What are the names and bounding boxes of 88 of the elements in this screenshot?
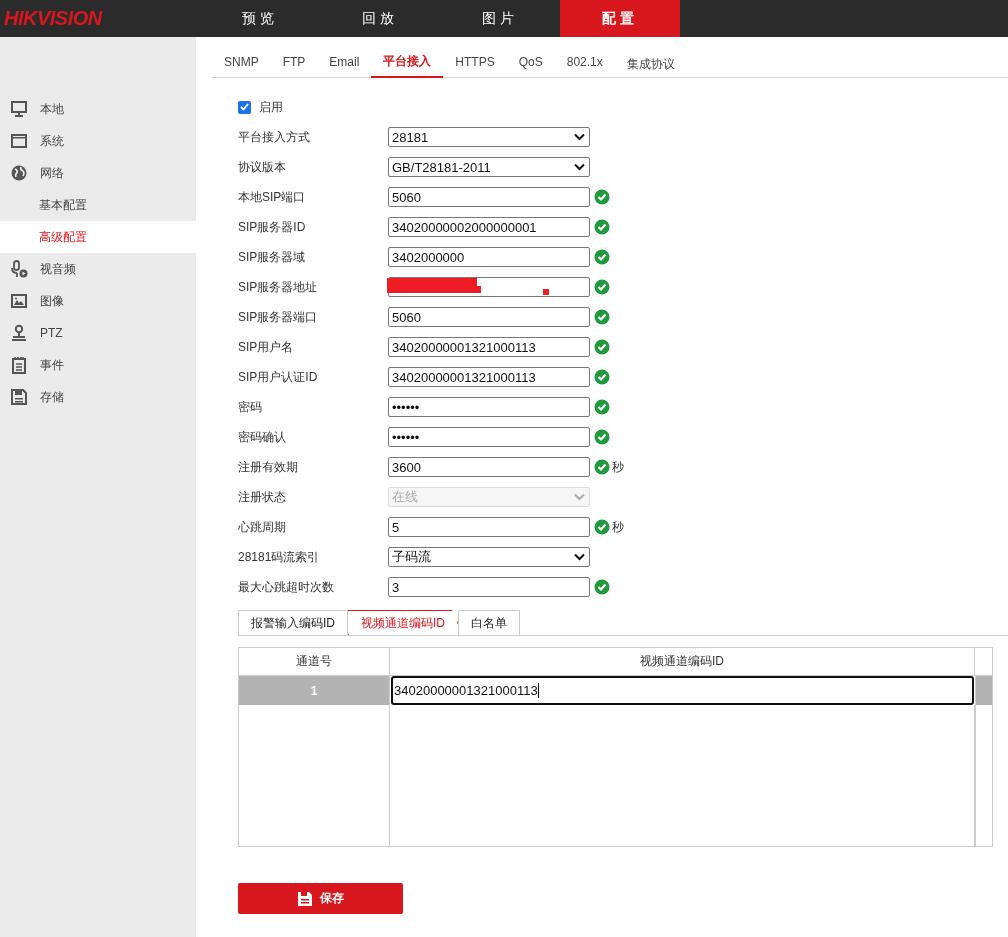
field-label: SIP用户认证ID <box>238 368 319 386</box>
check-icon <box>594 459 610 475</box>
tab[interactable]: HTTPS <box>443 47 507 78</box>
sidebar-item[interactable]: 事件 <box>0 349 196 381</box>
save-icon <box>297 891 312 906</box>
dropdown[interactable]: 28181 <box>388 127 590 147</box>
check-icon <box>594 369 610 385</box>
input-field[interactable]: 3 <box>388 577 590 597</box>
tab[interactable]: FTP <box>270 47 318 78</box>
field-label: 28181码流索引 <box>238 548 321 566</box>
check-icon <box>594 399 610 415</box>
input-field[interactable]: 5 <box>388 517 590 537</box>
field-label: SIP服务器ID <box>238 218 307 236</box>
input-field[interactable]: 34020000002000000001 <box>388 217 590 237</box>
check-icon <box>594 249 610 265</box>
input-field[interactable]: 5060 <box>388 187 590 207</box>
input-field[interactable]: 34020000001321000113 <box>388 337 590 357</box>
field-label: 密码 <box>238 398 263 416</box>
field-label: 注册有效期 <box>238 458 299 476</box>
field-label: 密码确认 <box>238 428 287 446</box>
microphone-icon <box>10 260 28 278</box>
input-field[interactable]: 3600 <box>388 457 590 477</box>
field-label: SIP服务器端口 <box>238 308 319 326</box>
check-icon <box>594 189 610 205</box>
unit-label: 秒 <box>612 458 624 476</box>
chevron-icon <box>574 133 585 141</box>
tab[interactable]: QoS <box>506 47 555 78</box>
sub-tab[interactable]: 报警输入编码ID <box>238 610 348 635</box>
field-label: 注册状态 <box>238 488 287 506</box>
check-icon <box>594 429 610 445</box>
checkbox[interactable] <box>238 100 251 114</box>
save-icon <box>10 388 28 406</box>
globe-icon <box>10 164 28 182</box>
sidebar-item[interactable]: PTZ <box>0 317 196 349</box>
input-field[interactable]: 34020000001321000113 <box>391 676 974 705</box>
field-label: SIP服务器域 <box>238 248 307 266</box>
nav-tab[interactable]: 配置 <box>560 0 680 37</box>
chevron-icon <box>574 493 585 501</box>
check-icon <box>594 339 610 355</box>
check-icon <box>594 279 610 295</box>
tab[interactable]: Email <box>317 47 372 78</box>
field-label: 最大心跳超时次数 <box>238 578 335 596</box>
field-label: SIP用户名 <box>238 338 295 356</box>
sidebar-subitem[interactable]: 高级配置 <box>0 221 196 253</box>
checkbox-label: 启用 <box>259 98 284 116</box>
check-icon <box>594 579 610 595</box>
chevron-icon <box>574 553 585 561</box>
nav-tab[interactable]: 回放 <box>320 0 440 37</box>
sidebar-item[interactable]: 本地 <box>0 93 196 125</box>
column-header: 视频通道编码ID <box>390 648 975 676</box>
save-button[interactable]: 保存 <box>238 883 403 914</box>
brand-logo: HIKVISION <box>3 6 104 31</box>
sidebar-subitem[interactable]: 基本配置 <box>0 189 196 221</box>
dropdown[interactable]: 子码流 <box>388 547 590 567</box>
sidebar-item[interactable]: 图像 <box>0 285 196 317</box>
input-field[interactable]: •••••• <box>388 427 590 447</box>
field-label: 心跳周期 <box>238 518 287 536</box>
field-label: 协议版本 <box>238 158 287 176</box>
input-field[interactable]: 5060 <box>388 307 590 327</box>
chevron-icon <box>574 163 585 171</box>
nav-tab[interactable]: 预览 <box>200 0 320 37</box>
check-icon <box>594 309 610 325</box>
table-cell: 1 <box>239 676 390 705</box>
sidebar-item[interactable]: 系统 <box>0 125 196 157</box>
check-icon <box>594 219 610 235</box>
image-icon <box>10 292 28 310</box>
camera-icon <box>10 324 28 342</box>
input-field[interactable]: 3402000000 <box>388 247 590 267</box>
input-field[interactable]: 34020000001321000113 <box>388 367 590 387</box>
field-label: SIP服务器地址 <box>238 278 319 296</box>
nav-tab[interactable]: 图片 <box>440 0 560 37</box>
tab[interactable]: 集成协议 <box>614 47 687 78</box>
notepad-icon <box>10 356 28 374</box>
field-label: 本地SIP端口 <box>238 188 307 206</box>
tab[interactable]: SNMP <box>212 47 271 78</box>
input-field[interactable]: •••••• <box>388 397 590 417</box>
tab[interactable]: 802.1x <box>554 47 615 78</box>
sidebar-item[interactable]: 网络 <box>0 157 196 189</box>
sidebar-item[interactable]: 视音频 <box>0 253 196 285</box>
tab[interactable]: 平台接入 <box>371 47 444 78</box>
monitor-icon <box>10 100 28 118</box>
unit-label: 秒 <box>612 518 624 536</box>
dropdown[interactable]: GB/T28181-2011 <box>388 157 590 177</box>
sub-tab[interactable]: 白名单 <box>458 610 520 635</box>
window-icon <box>10 132 28 150</box>
field-label: 平台接入方式 <box>238 128 311 146</box>
check-icon <box>594 519 610 535</box>
sidebar-item[interactable]: 存储 <box>0 381 196 413</box>
